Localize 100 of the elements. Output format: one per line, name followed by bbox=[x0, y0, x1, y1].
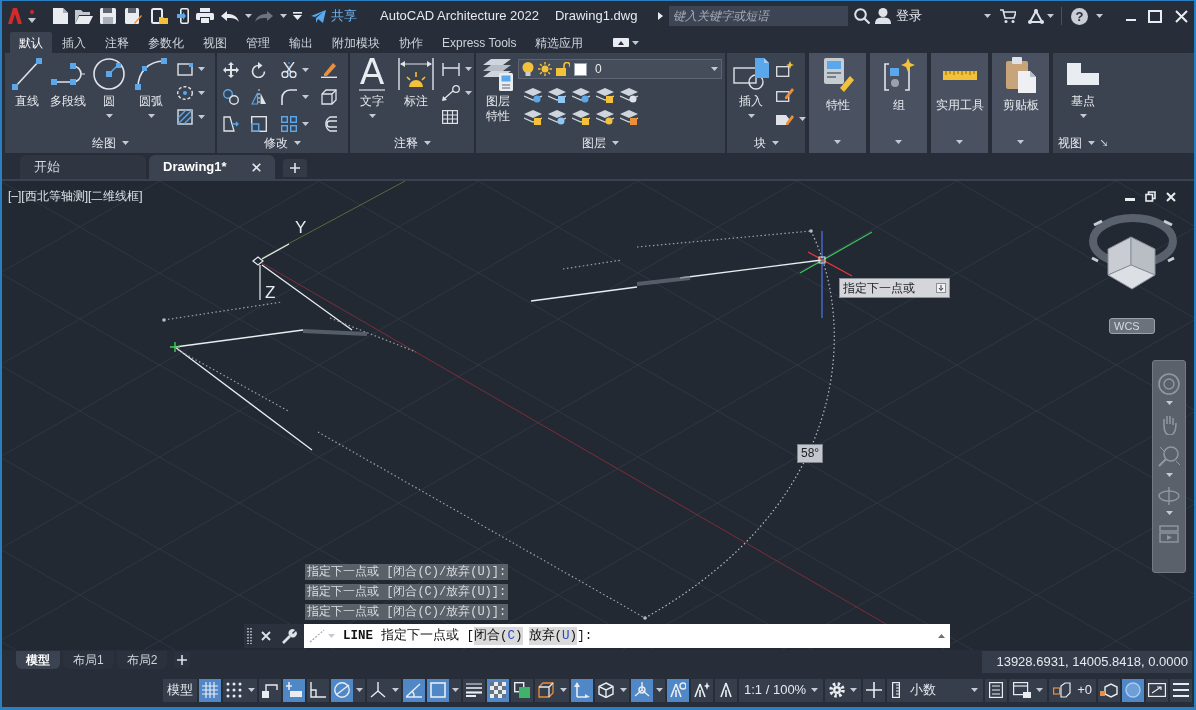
rectangle-icon[interactable] bbox=[177, 62, 193, 76]
panel-title-button[interactable]: 图层 bbox=[582, 135, 619, 151]
command-option[interactable]: 闭合(C) bbox=[474, 626, 523, 646]
caret-right-icon[interactable] bbox=[658, 12, 663, 20]
panel-toggle-button[interactable] bbox=[613, 38, 640, 47]
caret-icon[interactable] bbox=[1165, 511, 1173, 515]
auto-scale-toggle[interactable] bbox=[691, 678, 713, 702]
layers-icon[interactable] bbox=[620, 109, 638, 125]
maximize-icon[interactable] bbox=[1148, 9, 1162, 23]
layers-icon[interactable] bbox=[596, 87, 614, 103]
object-tracking-toggle[interactable] bbox=[403, 678, 425, 702]
layers-icon[interactable] bbox=[572, 109, 590, 125]
dimension-tool-button[interactable]: 标注 bbox=[394, 53, 438, 133]
circle-tool-button[interactable]: 圆 bbox=[89, 53, 129, 133]
layout-tab[interactable]: 布局2 bbox=[116, 651, 168, 669]
ribbon-tab[interactable]: 注释 bbox=[96, 32, 138, 53]
3d-snap-toggle[interactable] bbox=[535, 678, 557, 702]
selection-cycling-toggle[interactable] bbox=[511, 678, 533, 702]
floppy-pencil-icon[interactable] bbox=[125, 8, 142, 24]
transparency-toggle[interactable] bbox=[487, 678, 509, 702]
color-swatch-icon[interactable] bbox=[574, 62, 587, 76]
open-lock-icon[interactable] bbox=[556, 62, 570, 76]
layers-icon[interactable] bbox=[620, 87, 638, 103]
caret-icon[interactable] bbox=[799, 117, 806, 121]
new-tab-button[interactable] bbox=[283, 159, 307, 177]
cart-icon[interactable] bbox=[1000, 9, 1016, 23]
down-arrow-icon[interactable] bbox=[936, 283, 946, 293]
caret-icon[interactable] bbox=[1047, 14, 1054, 18]
units-dropdown[interactable]: 小数 bbox=[887, 678, 984, 702]
ribbon-tab[interactable]: 精选应用 bbox=[526, 32, 593, 53]
search-field[interactable]: 键入关键字或短语 bbox=[669, 6, 848, 26]
command-option[interactable]: 放弃(U) bbox=[528, 626, 578, 646]
polar-toggle[interactable] bbox=[331, 678, 353, 702]
ribbon-tab[interactable]: 参数化 bbox=[139, 32, 193, 53]
caret-icon[interactable] bbox=[1165, 473, 1173, 477]
dropdown-button[interactable] bbox=[245, 678, 257, 702]
full-screen-button[interactable] bbox=[1146, 678, 1168, 702]
layers-icon[interactable] bbox=[572, 87, 590, 103]
app-logo-icon[interactable] bbox=[8, 8, 22, 24]
isodraft-toggle[interactable] bbox=[367, 678, 389, 702]
ribbon-tab[interactable]: 默认 bbox=[10, 32, 52, 53]
scissors-icon[interactable] bbox=[281, 62, 297, 78]
annotation-scale-toggle[interactable] bbox=[715, 678, 737, 702]
layers-icon[interactable] bbox=[596, 109, 614, 125]
array-icon[interactable] bbox=[281, 116, 297, 132]
document-tab[interactable]: 开始 bbox=[20, 155, 146, 179]
layout-tab[interactable]: 模型 bbox=[16, 651, 60, 669]
close-icon[interactable] bbox=[252, 162, 261, 172]
hardware-acceleration-toggle[interactable] bbox=[1098, 678, 1120, 702]
restore-icon[interactable] bbox=[1145, 191, 1156, 202]
dashed-ellipse-icon[interactable] bbox=[177, 86, 193, 100]
ribbon-tab[interactable]: Express Tools bbox=[433, 32, 526, 53]
caret-icon[interactable] bbox=[302, 122, 309, 126]
leader-icon[interactable] bbox=[442, 85, 460, 101]
layers-icon[interactable] bbox=[548, 109, 566, 125]
panel-title-button[interactable]: 注释 bbox=[393, 135, 431, 151]
linear-dimension-icon[interactable] bbox=[442, 62, 460, 76]
tablet-folder-icon[interactable] bbox=[151, 8, 168, 24]
customize-caret-icon[interactable] bbox=[293, 12, 302, 20]
caret-icon[interactable] bbox=[1165, 401, 1173, 405]
fillet-icon[interactable] bbox=[281, 89, 297, 105]
share-button[interactable]: 共享 bbox=[311, 6, 357, 26]
properties-panel-button[interactable]: 特性 bbox=[809, 53, 866, 153]
ortho-toggle[interactable] bbox=[307, 678, 329, 702]
close-icon[interactable] bbox=[261, 631, 271, 641]
block-star-icon[interactable] bbox=[776, 61, 794, 77]
new-layout-button[interactable] bbox=[174, 652, 191, 668]
lock-ui-button[interactable] bbox=[1009, 678, 1048, 702]
dropdown-button[interactable] bbox=[389, 678, 401, 702]
workspace-button[interactable] bbox=[825, 678, 862, 702]
ribbon-tab[interactable]: 管理 bbox=[237, 32, 279, 53]
document-tab[interactable]: Drawing1* bbox=[149, 155, 275, 179]
dynamic-ucs-toggle[interactable] bbox=[571, 678, 593, 702]
dynamic-input-toggle[interactable] bbox=[283, 678, 305, 702]
layer-dropdown[interactable]: 0 bbox=[518, 59, 722, 79]
mirror-icon[interactable] bbox=[251, 89, 267, 105]
arc-tool-button[interactable]: 圆弧 bbox=[129, 53, 173, 133]
panel-title-button[interactable]: 绘图 bbox=[91, 135, 129, 151]
annotation-scale-button[interactable]: 1:1 / 100% bbox=[739, 678, 824, 702]
selection-filter-toggle[interactable] bbox=[595, 678, 617, 702]
text-tool-button[interactable]: A 文字 bbox=[350, 53, 394, 133]
clean-screen-toggle[interactable] bbox=[1122, 678, 1144, 702]
layers-icon[interactable] bbox=[524, 87, 542, 103]
ribbon-tab[interactable]: 插入 bbox=[53, 32, 95, 53]
new-file-icon[interactable] bbox=[53, 8, 68, 24]
panel-title-button[interactable]: 修改 bbox=[264, 135, 301, 151]
nodes-icon[interactable] bbox=[1028, 8, 1044, 24]
caret-icon[interactable] bbox=[245, 14, 252, 18]
sun-icon[interactable] bbox=[538, 62, 552, 76]
layers-icon[interactable] bbox=[548, 87, 566, 103]
isolate-objects-button[interactable]: +0 bbox=[1049, 678, 1096, 702]
quick-properties-button[interactable] bbox=[985, 678, 1008, 702]
viewport-menu-label[interactable]: [–] bbox=[8, 187, 22, 205]
infer-constraints-toggle[interactable] bbox=[259, 678, 281, 702]
lineweight-toggle[interactable] bbox=[463, 678, 485, 702]
object-snap-toggle[interactable] bbox=[427, 678, 449, 702]
caret-icon[interactable] bbox=[302, 68, 309, 72]
wcs-button[interactable]: WCS bbox=[1109, 318, 1155, 334]
dropdown-button[interactable] bbox=[449, 678, 461, 702]
drawing-canvas[interactable]: [–][西北等轴测][二维线框] Y Z WCS 指定下一点或 58° 指定下一点或 [闭合(C)/放弃(U)]: 指定下一点或 [闭合(C)/放弃(U)]: 指定下一点或 [闭合(C)/放弃(U)]: LINE 指定下一点或 [闭合(C) 放弃(U)]: bbox=[2, 179, 1194, 650]
